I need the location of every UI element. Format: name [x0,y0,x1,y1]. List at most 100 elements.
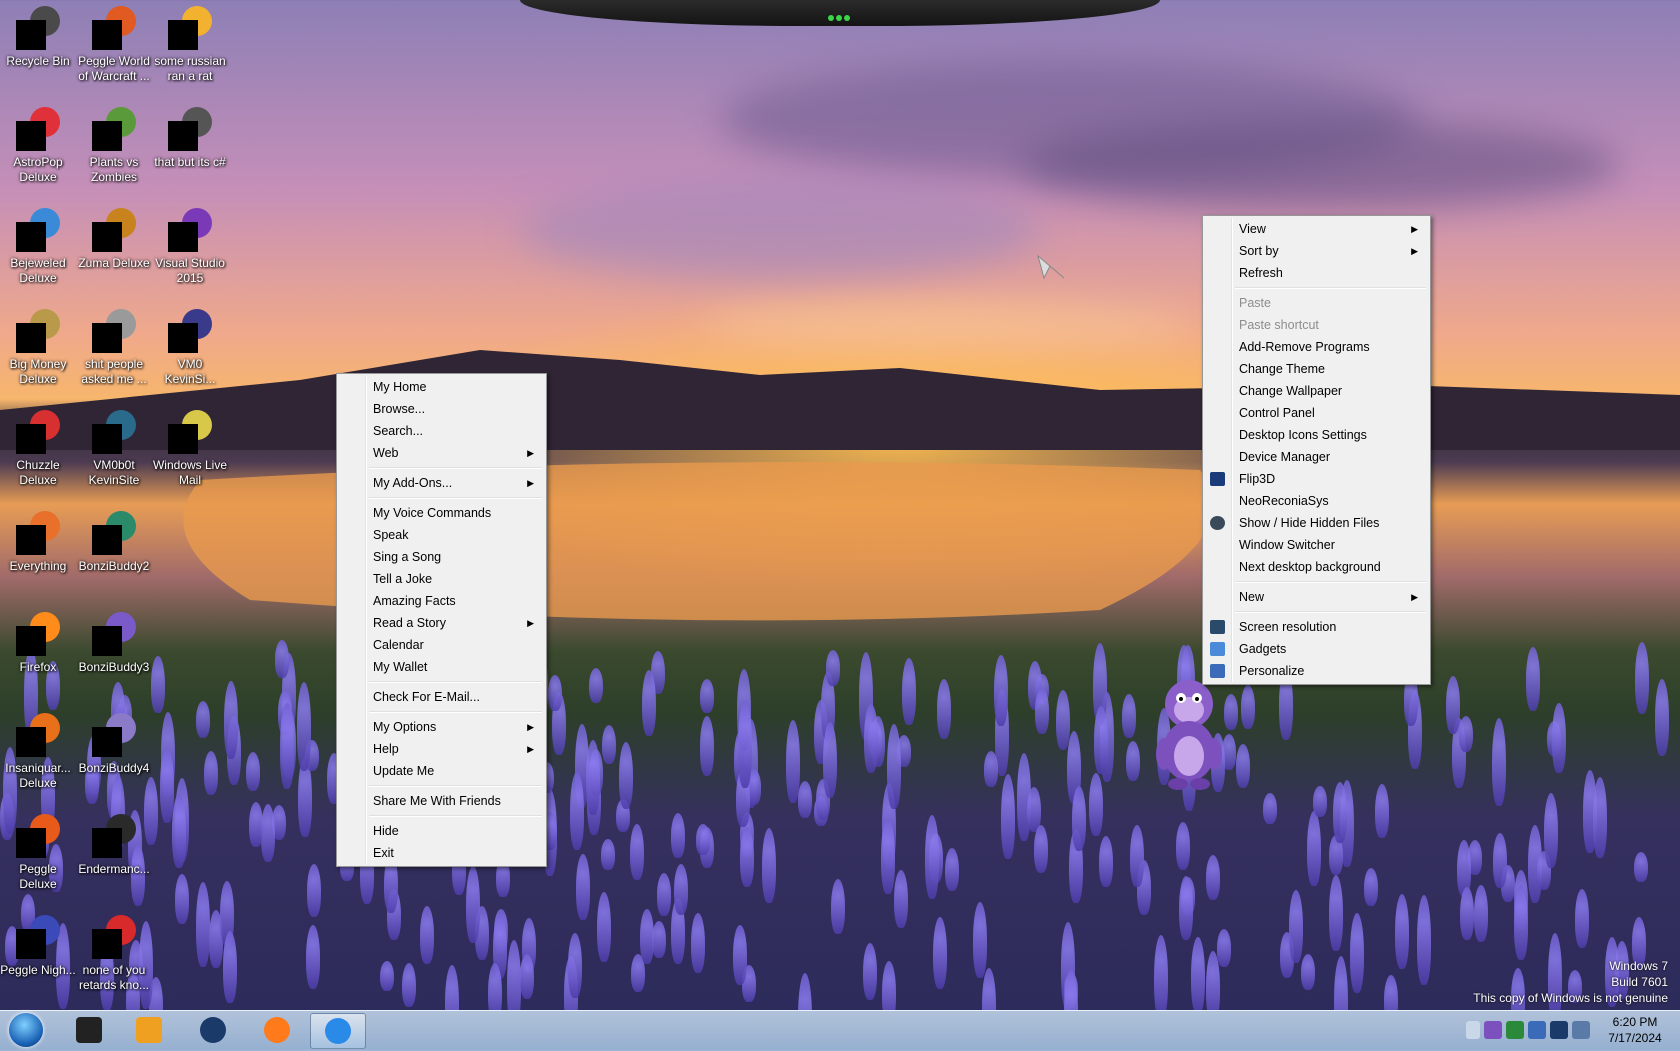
desktop-icon[interactable]: AstroPop Deluxe [0,101,76,185]
menu-item[interactable]: NeoReconiaSys [1205,490,1428,512]
network-tray-icon[interactable] [1528,1021,1546,1039]
menu-item[interactable]: Desktop Icons Settings [1205,424,1428,446]
menu-item[interactable]: Paste [1205,292,1428,314]
tree-tray-icon[interactable] [1506,1021,1524,1039]
desktop-icon[interactable]: VM0b0t KevinSite [76,404,152,488]
desktop-icon[interactable]: Chuzzle Deluxe [0,404,76,488]
desktop-icon[interactable]: Bejeweled Deluxe [0,202,76,286]
menu-item[interactable]: My Home [339,376,544,398]
desktop-icon[interactable]: Firefox [0,606,76,675]
menu-item[interactable]: Add-Remove Programs [1205,336,1428,358]
menu-item-label: Show / Hide Hidden Files [1239,516,1380,530]
menu-item[interactable]: Help ▶ [339,738,544,760]
lavender-flower [887,724,902,809]
menu-item[interactable]: My Wallet [339,656,544,678]
menu-item[interactable]: Check For E-Mail... [339,686,544,708]
desktop-icon[interactable]: shit people asked me ... [76,303,152,387]
desktop-icon[interactable]: Visual Studio 2015 [152,202,228,286]
menu-item[interactable]: Refresh [1205,262,1428,284]
menu-item[interactable]: Speak [339,524,544,546]
lavender-flower [1071,786,1086,851]
show-hidden-icons-button[interactable] [1466,1021,1480,1039]
menu-item[interactable]: Window Switcher [1205,534,1428,556]
menu-item[interactable]: Gadgets [1205,638,1428,660]
firefox-icon [264,1017,290,1043]
desktop-icon[interactable]: some russian ran a rat [152,0,228,84]
menu-item[interactable]: Search... [339,420,544,442]
bonzibuddy-character[interactable] [1148,676,1230,791]
desktop-icon[interactable]: Plants vs Zombies [76,101,152,185]
menu-item[interactable]: Personalize [1205,660,1428,682]
menu-item[interactable]: Flip3D [1205,468,1428,490]
desktop-icon[interactable]: BonziBuddy2 [76,505,152,574]
taskbar-button-firefox[interactable] [250,1013,304,1047]
menu-item[interactable]: Change Wallpaper [1205,380,1428,402]
menu-item[interactable]: Update Me [339,760,544,782]
lavender-flower [671,813,686,859]
desktop-icon[interactable]: Endermanc... [76,808,152,877]
desktop-icon-label: Big Money Deluxe [9,357,67,386]
menu-item[interactable]: Exit [339,842,544,864]
lavender-flower [674,863,689,915]
menu-item-label: Share Me With Friends [373,794,501,808]
desktop-icon[interactable]: BonziBuddy3 [76,606,152,675]
desktop-icon[interactable]: that but its c# [152,101,228,170]
menu-item[interactable]: My Options ▶ [339,716,544,738]
menu-item-label: My Add-Ons... [373,476,453,490]
menu-item[interactable]: Calendar [339,634,544,656]
app-icon [92,107,136,151]
desktop-icon[interactable]: Peggle World of Warcraft ... [76,0,152,84]
taskbar-button-sphere-app[interactable] [186,1013,240,1047]
lavender-flower [982,968,997,1010]
taskbar-button-internet-explorer[interactable] [310,1013,366,1049]
menu-item[interactable]: My Add-Ons... ▶ [339,472,544,494]
start-button[interactable] [4,1012,48,1048]
menu-item[interactable]: Device Manager [1205,446,1428,468]
desktop-icon[interactable]: Zuma Deluxe [76,202,152,271]
menu-item[interactable]: Next desktop background [1205,556,1428,578]
bonzi-tray-icon[interactable] [1484,1021,1502,1039]
menu-item[interactable]: Paste shortcut [1205,314,1428,336]
menu-item[interactable]: My Voice Commands [339,502,544,524]
menu-item[interactable]: Share Me With Friends [339,790,544,812]
menu-item[interactable]: Screen resolution [1205,616,1428,638]
menu-item[interactable]: Control Panel [1205,402,1428,424]
lavender-flower [506,940,521,1010]
menu-item[interactable]: Read a Story ▶ [339,612,544,634]
desktop-icon[interactable]: VM0 KevinSi... [152,303,228,387]
desktop-icon[interactable]: Peggle Nigh... [0,909,76,978]
menu-item[interactable]: Sing a Song [339,546,544,568]
display-tray-icon[interactable] [1550,1021,1568,1039]
menu-item-label: Window Switcher [1239,538,1335,552]
menu-item[interactable]: Tell a Joke [339,568,544,590]
volume-tray-icon[interactable] [1572,1021,1590,1039]
desktop-icon[interactable]: Peggle Deluxe [0,808,76,892]
menu-item[interactable]: Sort by ▶ [1205,240,1428,262]
desktop-icon[interactable]: Everything [0,505,76,574]
desktop-icon[interactable]: Recycle Bin [0,0,76,69]
sphere-app-icon [200,1017,226,1043]
desktop-icon-label: Endermanc... [78,862,150,876]
taskbar-button-terminal[interactable] [62,1013,116,1047]
menu-item[interactable]: Change Theme [1205,358,1428,380]
taskbar-clock[interactable]: 6:20 PM 7/17/2024 [1600,1014,1670,1046]
menu-separator [1235,581,1426,583]
taskbar-button-media-player[interactable] [122,1013,176,1047]
lavender-flower [1552,702,1567,774]
menu-item[interactable]: Show / Hide Hidden Files [1205,512,1428,534]
desktop-icon[interactable]: Insaniquar... Deluxe [0,707,76,791]
menu-item[interactable]: Hide [339,820,544,842]
menu-item[interactable]: Amazing Facts [339,590,544,612]
lavender-flower [600,839,615,870]
menu-item[interactable]: New ▶ [1205,586,1428,608]
menu-item[interactable]: Browse... [339,398,544,420]
lavender-flower [880,819,895,894]
bonzibuddy-context-menu: My Home Browse... Search... Web ▶ My Add-Ons.… [336,373,547,867]
desktop-icon[interactable]: BonziBuddy4 [76,707,152,776]
menu-separator [369,681,542,683]
desktop-icon[interactable]: none of you retards kno... [76,909,152,993]
menu-item[interactable]: Web ▶ [339,442,544,464]
menu-item[interactable]: View ▶ [1205,218,1428,240]
desktop-icon[interactable]: Windows Live Mail [152,404,228,488]
desktop-icon[interactable]: Big Money Deluxe [0,303,76,387]
